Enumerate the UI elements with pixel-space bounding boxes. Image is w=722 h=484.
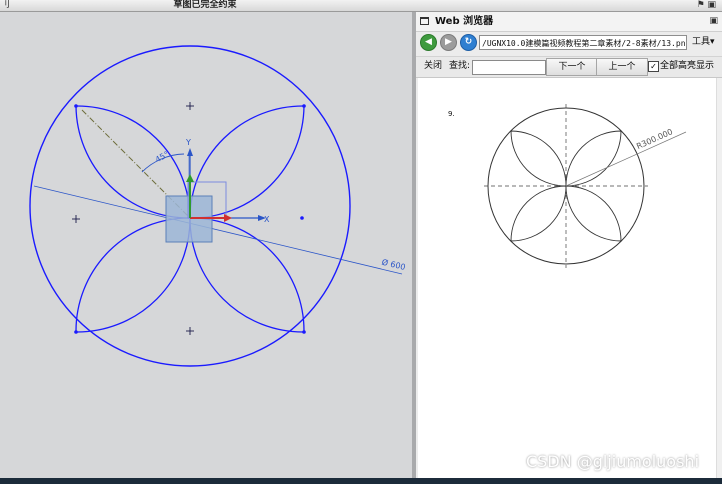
y-axis-label: Y xyxy=(185,138,191,147)
diameter-dimension-line[interactable] xyxy=(33,185,403,275)
sketch-drawing[interactable]: 45° Ø 600 X Y xyxy=(0,12,412,478)
find-close-button[interactable]: 关闭 xyxy=(424,57,442,76)
find-input[interactable] xyxy=(472,60,546,75)
window-title-bar: 刂 草图已完全约束 ⚑ ▣ xyxy=(0,0,722,12)
radius-dimension-text: R300.000 xyxy=(635,127,674,151)
page-scrollbar[interactable] xyxy=(716,78,722,478)
x-axis-label: X xyxy=(264,215,270,224)
window-title: 草图已完全约束 xyxy=(173,0,237,10)
figure-number: 9. xyxy=(448,110,455,118)
browser-window-icon xyxy=(420,17,429,25)
find-label: 查找: xyxy=(449,61,471,71)
address-bar[interactable]: /UGNX10.0建模篇视频教程第二章素材/2-8素材/13.png xyxy=(479,35,687,50)
reference-drawing: 9. R300.000 xyxy=(448,104,687,268)
forward-arrow-icon[interactable]: ▶ xyxy=(440,34,457,51)
watermark: CSDN @gljiumoluoshi xyxy=(526,452,700,471)
find-next-button[interactable]: 下一个 xyxy=(546,58,598,76)
close-icon[interactable]: ▣ xyxy=(709,12,718,31)
find-bar: 关闭 查找: 下一个 上一个 ✓ 全部高亮显示 xyxy=(416,56,722,78)
find-previous-button[interactable]: 上一个 xyxy=(596,58,648,76)
tools-menu[interactable]: 工具▾ xyxy=(692,35,715,50)
sketch-canvas[interactable]: 45° Ø 600 X Y xyxy=(0,12,412,478)
highlight-all-label: 全部高亮显示 xyxy=(660,61,715,71)
browser-header: Web 浏览器 ▣ xyxy=(416,12,722,32)
web-browser-panel: Web 浏览器 ▣ ◀ ▶ ↻ /UGNX10.0建模篇视频教程第二章素材/2-… xyxy=(416,12,722,478)
highlight-all-checkbox[interactable]: ✓ xyxy=(648,61,659,72)
title-bar-icons[interactable]: ⚑ ▣ xyxy=(697,0,716,11)
refresh-icon[interactable]: ↻ xyxy=(460,34,477,51)
browser-page: 9. R300.000 xyxy=(418,78,716,478)
taskbar xyxy=(0,478,722,484)
browser-title: Web 浏览器 xyxy=(435,16,494,27)
back-arrow-icon[interactable]: ◀ xyxy=(420,34,437,51)
